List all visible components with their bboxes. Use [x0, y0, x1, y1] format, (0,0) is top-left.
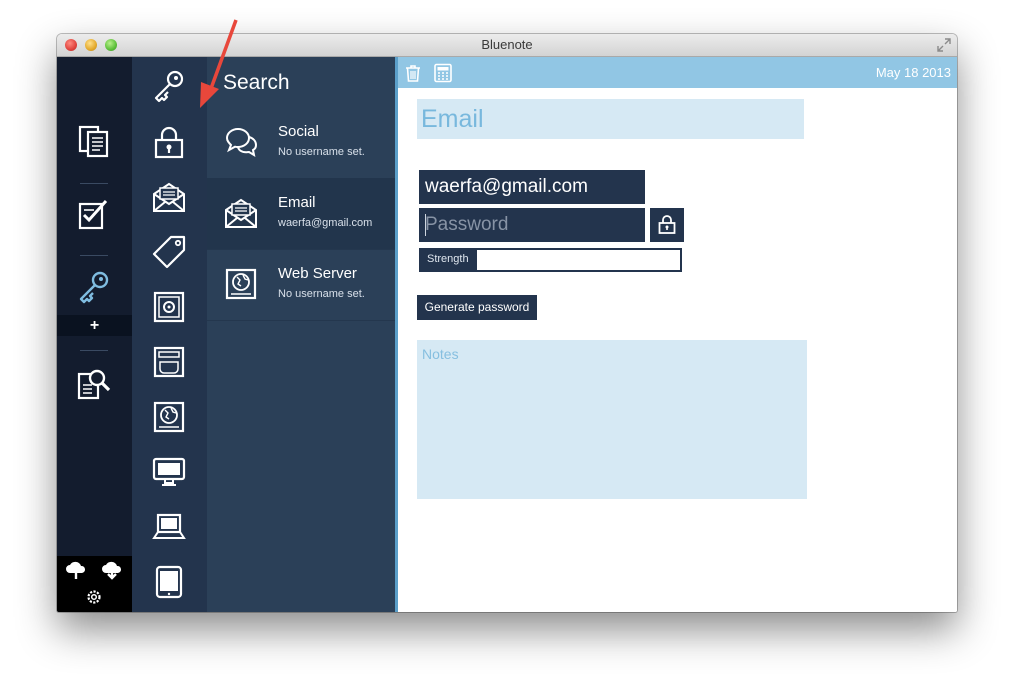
- cloud-upload-icon[interactable]: [65, 560, 87, 580]
- entry-subtitle: No username set.: [278, 288, 365, 300]
- envelope-icon[interactable]: [151, 179, 187, 215]
- entry-date: May 18 2013: [875, 65, 951, 80]
- title-bar: Bluenote: [57, 34, 957, 57]
- password-field[interactable]: [419, 208, 645, 242]
- entry-subtitle: waerfa@gmail.com: [278, 217, 373, 229]
- window-title: Bluenote: [481, 37, 533, 52]
- username-field[interactable]: waerfa@gmail.com: [419, 170, 645, 204]
- add-entry-button[interactable]: +: [57, 315, 132, 336]
- notes-icon[interactable]: [76, 123, 112, 159]
- cloud-download-icon[interactable]: [101, 560, 123, 580]
- entry-list: Search Social No username set. Email wae…: [207, 57, 395, 612]
- entry-title: Social: [278, 123, 319, 140]
- app-window: Bluenote + Search Social No username set…: [57, 34, 957, 612]
- calculator-icon[interactable]: [433, 63, 453, 83]
- detail-toolbar: May 18 2013: [398, 57, 957, 88]
- annotation-arrow-icon: [200, 19, 238, 108]
- tag-icon[interactable]: [151, 234, 187, 270]
- entry-title-field[interactable]: [417, 99, 804, 139]
- text-cursor: [425, 214, 426, 236]
- main-sidebar: +: [57, 57, 132, 612]
- list-item[interactable]: Social No username set.: [207, 107, 395, 179]
- entry-title: Web Server: [278, 265, 357, 282]
- monitor-icon[interactable]: [151, 454, 187, 490]
- category-sidebar: [132, 57, 207, 612]
- list-item[interactable]: Web Server No username set.: [207, 249, 395, 321]
- nav-separator: [80, 255, 108, 256]
- nav-separator: [80, 183, 108, 184]
- laptop-icon[interactable]: [151, 509, 187, 545]
- sync-settings-panel: [57, 556, 132, 612]
- strength-label: Strength: [421, 250, 477, 270]
- fullscreen-icon[interactable]: [937, 38, 951, 52]
- reveal-password-button[interactable]: [650, 208, 684, 242]
- web-server-icon: [225, 268, 257, 300]
- lock-icon[interactable]: [151, 124, 187, 160]
- entry-title: Email: [278, 194, 316, 211]
- notes-field[interactable]: [417, 340, 807, 499]
- edit-note-icon[interactable]: [76, 197, 112, 233]
- key-icon[interactable]: [151, 68, 187, 104]
- tablet-icon[interactable]: [151, 564, 187, 600]
- lock-icon: [658, 215, 676, 234]
- safe-icon[interactable]: [151, 289, 187, 325]
- drive-icon[interactable]: [151, 344, 187, 380]
- password-strength-meter: Strength: [419, 248, 682, 272]
- key-icon[interactable]: [76, 269, 112, 305]
- web-server-icon[interactable]: [151, 399, 187, 435]
- list-item[interactable]: Email waerfa@gmail.com: [207, 178, 395, 250]
- nav-separator: [80, 350, 108, 351]
- envelope-icon: [225, 198, 257, 228]
- search-notes-icon[interactable]: [76, 365, 112, 401]
- gear-icon[interactable]: [85, 588, 103, 606]
- generate-password-button[interactable]: Generate password: [417, 295, 537, 320]
- trash-icon[interactable]: [403, 63, 423, 83]
- entry-subtitle: No username set.: [278, 146, 365, 158]
- chat-bubbles-icon: [225, 127, 258, 158]
- detail-pane: May 18 2013 waerfa@gmail.com Strength Ge…: [398, 57, 957, 612]
